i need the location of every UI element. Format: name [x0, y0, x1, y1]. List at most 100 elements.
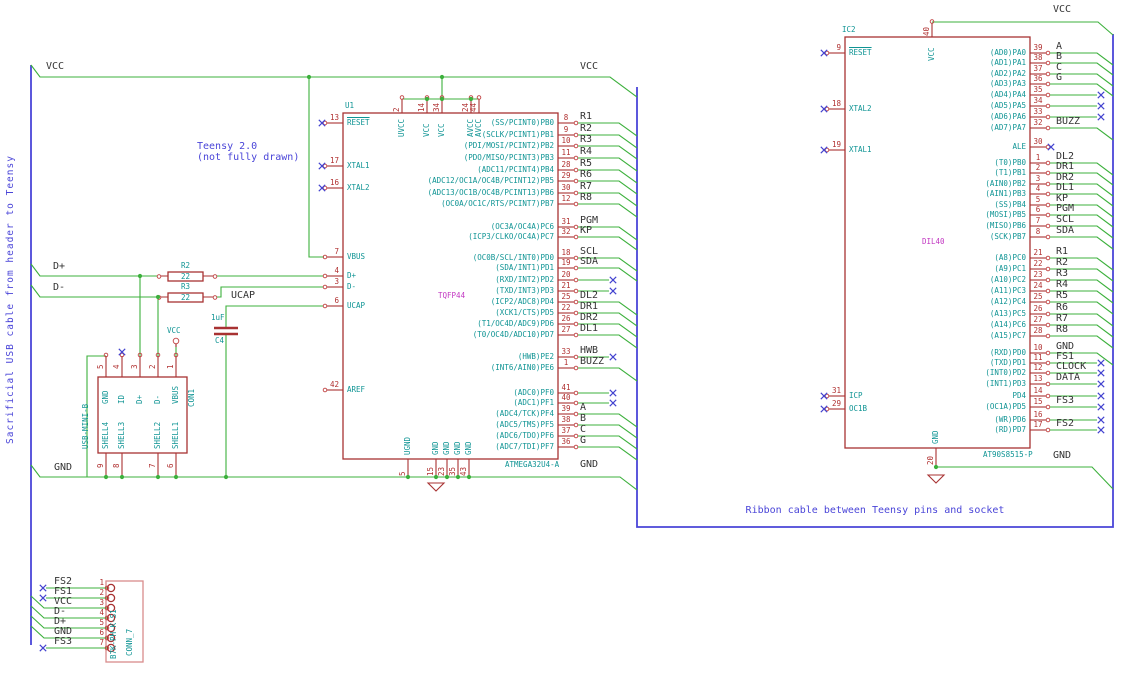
net-flag-ucap: UCAP [231, 290, 256, 301]
pin-number: 6 [334, 296, 339, 305]
pin-end [573, 400, 579, 406]
net-wire [578, 367, 638, 382]
pin-end [1045, 311, 1051, 317]
pin-number: 41 [561, 383, 571, 392]
pin-end [156, 274, 162, 279]
net-label: R4 [580, 146, 593, 157]
pin-number: 3 [130, 364, 139, 369]
pin-end [1045, 92, 1051, 98]
pin-number: 25 [1033, 292, 1043, 301]
junction-dot [424, 96, 430, 102]
pin-name: VCC [422, 123, 431, 137]
pin-number: 7 [334, 247, 339, 256]
pin-name: (AIN0)PB2 [985, 179, 1026, 188]
net-label: R8 [580, 192, 593, 203]
pin-name: (SCLK/PCINT1)PB1 [481, 130, 554, 139]
pin-end [1045, 404, 1051, 410]
pin-end [1045, 299, 1051, 305]
pin-number: 26 [561, 314, 571, 323]
junction-dot [439, 74, 445, 80]
junction-dot [223, 474, 229, 480]
pin-number: 6 [1035, 205, 1041, 214]
pin-number: 6 [99, 628, 104, 637]
pin-name: (OC0A/OC1C/RTS/PCINT7)PB7 [441, 199, 554, 208]
pin-name: UGND [403, 436, 412, 455]
pin-number: 7 [148, 463, 157, 468]
pin-name: VCC [927, 47, 936, 61]
pin-number: 26 [1033, 304, 1043, 313]
schematic-canvas[interactable]: Teensy 2.0 (not fully drawn) Sacrificial… [0, 0, 1131, 690]
pin-name: (HWB)PE2 [517, 352, 554, 361]
pin-end [1045, 60, 1051, 66]
net-label: R5 [1056, 290, 1069, 301]
junction-dot [306, 74, 312, 80]
pin-name: (RXD)PD0 [989, 348, 1026, 357]
pin-name: SHELL3 [117, 421, 126, 449]
pin-end [1045, 234, 1051, 240]
net-label: DR1 [1056, 161, 1075, 172]
net-label: B [1056, 51, 1063, 62]
pin-number: 9 [96, 463, 105, 468]
pin-end [1045, 277, 1051, 283]
net-label: C [580, 424, 587, 435]
net-flag-vcc: VCC [580, 61, 599, 72]
pin-number: 11 [561, 148, 571, 157]
pin-end [1045, 181, 1051, 187]
pin-end [1045, 360, 1051, 366]
pin-number: 22 [561, 303, 571, 312]
pin-end [1045, 333, 1051, 339]
pin-end [573, 433, 579, 439]
net-label: SDA [1056, 225, 1075, 236]
pin-name: (PDO/MISO/PCINT3)PB3 [463, 153, 554, 162]
pin-end [573, 234, 579, 240]
pin-end [1045, 114, 1051, 120]
pin-number: 18 [561, 248, 571, 257]
no-connect-icon [1097, 416, 1105, 424]
ic-part-name: ATMEGA32U4-A [505, 460, 560, 469]
no-connect-icon [609, 287, 617, 295]
ic-part-name: AT90S8515-P [983, 450, 1033, 459]
pin-name: (T1)PB1 [994, 168, 1026, 177]
pin-number: 8 [563, 113, 569, 122]
pin-name: (T0)PB0 [994, 158, 1026, 167]
junction-dot [119, 474, 125, 480]
pin-number: 37 [561, 426, 571, 435]
net-label: G [580, 435, 587, 446]
pin-number: 5 [99, 618, 104, 627]
pin-number: 4 [99, 608, 104, 617]
capacitor-value: 1uF [211, 313, 225, 322]
no-connect-icon [1097, 392, 1105, 400]
pin-number: 32 [1033, 118, 1043, 127]
pin-end [1045, 160, 1051, 166]
pin-number: 5 [1035, 195, 1041, 204]
pin-end [1045, 212, 1051, 218]
pin-number: 20 [561, 270, 571, 279]
no-connect-icon [1047, 143, 1055, 151]
pin-number: 39 [561, 404, 571, 413]
junction-dot [137, 273, 143, 279]
pin-name: D+ [135, 394, 144, 404]
pin-name: (AD6)PA6 [989, 112, 1026, 121]
pin-name: (ADC13/OC1B/OC4B/PCINT13)PB6 [427, 188, 554, 197]
conn7-part-name: B7K-PH-K-S1 [109, 609, 118, 659]
pin-name: (INT6/AIN0)PE6 [490, 363, 554, 372]
pin-name: (AD4)PA4 [989, 90, 1026, 99]
junction-dot [468, 96, 474, 102]
pin-name: (XCK1/CTS)PD5 [495, 308, 554, 317]
pin-end [573, 201, 579, 207]
no-connect-icon [609, 353, 617, 361]
pin-name: (ADC11/PCINT4)PB4 [477, 165, 554, 174]
pin-end [573, 167, 579, 173]
pin-end [1045, 370, 1051, 376]
pin-number: 42 [329, 380, 339, 389]
pin-number: 5 [398, 471, 407, 476]
pin-number: 12 [1033, 363, 1043, 372]
net-label: R4 [1056, 279, 1069, 290]
pin-name: SHELL2 [153, 421, 162, 449]
pin-number: 14 [1033, 386, 1043, 395]
pin-end [573, 411, 579, 417]
no-connect-icon [1097, 426, 1105, 434]
left-cable-note: Sacrificial USB cable from header to Tee… [5, 155, 16, 444]
pin-end [573, 224, 579, 230]
pin-end [1045, 191, 1051, 197]
